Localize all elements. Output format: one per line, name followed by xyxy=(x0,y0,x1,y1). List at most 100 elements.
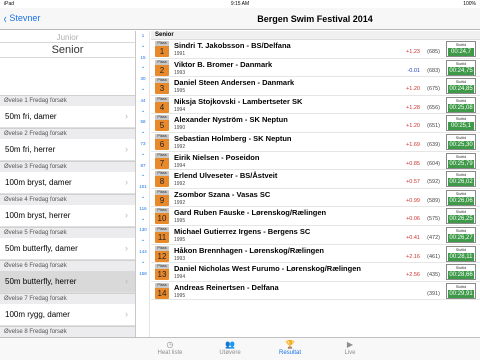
final-time-box: Sluttid 00:28,11 xyxy=(446,245,476,262)
event-item[interactable]: 50m fri, herrer › xyxy=(0,139,135,161)
final-time-box: Sluttid 00:26,25 xyxy=(446,208,476,225)
index-label[interactable]: 116 xyxy=(137,204,149,215)
index-label[interactable]: • xyxy=(137,42,149,53)
index-label[interactable]: 44 xyxy=(137,96,149,107)
chevron-right-icon: › xyxy=(125,309,128,319)
result-row[interactable]: Plass 13 Daniel Nicholas West Furumo - Lør… xyxy=(151,263,480,282)
final-time-box: Sluttid 00:25,30 xyxy=(446,133,476,150)
index-label[interactable]: • xyxy=(137,150,149,161)
index-label[interactable]: • xyxy=(137,171,149,182)
event-item-label: 50m fri, damer xyxy=(5,112,57,121)
index-label[interactable]: • xyxy=(137,128,149,139)
event-item[interactable]: 50m butterfly, damer › xyxy=(0,238,135,260)
fina-points: (604) xyxy=(427,160,440,167)
result-row[interactable]: Plass 12 Håkon Brennhagen - Lørenskog/Ræli… xyxy=(151,245,480,264)
index-label[interactable]: • xyxy=(137,258,149,269)
index-label[interactable]: • xyxy=(137,215,149,226)
picker-option-junior[interactable]: Junior xyxy=(0,33,135,42)
time-difference: +1.23 xyxy=(406,49,420,55)
final-time: 00:28,11 xyxy=(448,252,474,261)
place-number: 11 xyxy=(157,232,167,242)
final-time: 00:24,85 xyxy=(448,85,474,94)
index-label[interactable]: • xyxy=(137,107,149,118)
index-label[interactable]: 101 xyxy=(137,182,149,193)
index-label[interactable]: 73 xyxy=(137,139,149,150)
place-label: Plass xyxy=(155,152,169,158)
event-item[interactable]: 100m bryst, damer › xyxy=(0,172,135,194)
result-row[interactable]: Plass 6 Sebastian Holmberg - SK Neptun 1992… xyxy=(151,133,480,152)
class-picker[interactable]: Junior Senior xyxy=(0,31,135,95)
final-time: 00:24,75 xyxy=(448,66,474,75)
time-difference: +0.41 xyxy=(406,234,420,241)
chevron-right-icon: › xyxy=(125,210,128,220)
final-time: 00:29,91 xyxy=(448,289,474,298)
tab-resultat[interactable]: 🏆 Resultat xyxy=(265,340,315,356)
swimmer-year: 1994 xyxy=(174,274,186,281)
swimmer-year: 1992 xyxy=(174,181,186,188)
status-bar: iPad 9:15 AM 100% xyxy=(0,0,480,8)
tab-utvere[interactable]: 👥 Utøvere xyxy=(205,340,255,356)
time-difference: +0.85 xyxy=(406,160,420,167)
event-item[interactable]: 100m rygg, damer › xyxy=(0,304,135,326)
swimmer-year: 1995 xyxy=(174,218,186,225)
place-number: 13 xyxy=(157,270,167,280)
place-number: 9 xyxy=(159,195,165,205)
index-label[interactable]: 87 xyxy=(137,161,149,172)
section-index[interactable]: 1 • 15 • 30 • 44 • 58 • 73 • 87 • 101 • 116 • 130 • 144 • 158 xyxy=(137,31,150,337)
index-label[interactable]: 158 xyxy=(137,269,149,280)
index-label[interactable]: 130 xyxy=(137,225,149,236)
event-item[interactable]: 100m bryst, herrer › xyxy=(0,205,135,227)
event-item-label: 50m butterfly, damer xyxy=(5,244,78,253)
index-label[interactable]: • xyxy=(137,193,149,204)
fina-points: (685) xyxy=(427,49,440,55)
event-group-header: Øvelse 6 Fredag forsøk xyxy=(0,260,135,271)
index-label[interactable]: • xyxy=(137,236,149,247)
tab-label: Live xyxy=(344,350,356,356)
place-number: 2 xyxy=(159,65,165,75)
result-row[interactable]: Plass 9 Zsombor Szana - Vasas SC 1992 +0.99 (… xyxy=(151,189,480,208)
time-difference: +1.20 xyxy=(406,86,420,93)
clock-icon: ◷ xyxy=(166,340,174,349)
final-time: 00:28,66 xyxy=(448,271,474,280)
back-button-label: Stevner xyxy=(9,13,41,23)
event-item[interactable]: 50m butterfly, herrer › xyxy=(0,271,135,293)
fina-points: (651) xyxy=(427,123,440,130)
index-label[interactable]: 144 xyxy=(137,247,149,258)
place-label: Plass xyxy=(155,282,169,288)
tab-live[interactable]: ▶ Live xyxy=(325,340,375,356)
result-row[interactable]: Plass 5 Alexander Nyström - SK Neptun 1990 +… xyxy=(151,114,480,133)
result-row[interactable]: Plass 11 Michael Gutierrez Irgens - Bergen… xyxy=(151,226,480,245)
fina-points: (639) xyxy=(427,141,440,148)
event-item-label: 100m rygg, damer xyxy=(5,310,70,319)
index-label[interactable]: • xyxy=(137,85,149,96)
result-row[interactable]: Plass 8 Erlend Ulveseter - BS/Åstveit 1992 +… xyxy=(151,170,480,189)
swimmer-year: 1994 xyxy=(174,106,186,113)
swimmer-name: Sindri T. Jakobsson - BS/Delfana xyxy=(174,41,291,50)
event-item[interactable]: 50m fri, damer › xyxy=(0,106,135,128)
tab-heatliste[interactable]: ◷ Heat liste xyxy=(145,340,195,356)
final-time-box: Sluttid 00:29,91 xyxy=(446,282,476,299)
swimmer-year: 1993 xyxy=(174,69,186,76)
result-row[interactable]: Plass 14 Andreas Reinertsen - Delfana 1995 (… xyxy=(151,282,480,301)
result-row[interactable]: Plass 10 Gard Ruben Fauske - Lørenskog/Ræl… xyxy=(151,207,480,226)
final-time-box: Sluttid 00:25,1 xyxy=(446,115,476,132)
picker-option-senior[interactable]: Senior xyxy=(0,44,135,56)
result-row[interactable]: Plass 4 Niksja Stojkovski - Lambertseter S… xyxy=(151,96,480,115)
place-badge: Plass 3 xyxy=(155,78,169,95)
result-row[interactable]: Plass 7 Eirik Nielsen - Poseidon 1994 +0.85 (… xyxy=(151,152,480,171)
index-label[interactable]: 15 xyxy=(137,53,149,64)
place-badge: Plass 6 xyxy=(155,133,169,150)
result-row[interactable]: Plass 3 Daniel Steen Andersen - Danmark 199… xyxy=(151,77,480,96)
final-time-box: Sluttid 00:28,66 xyxy=(446,264,476,281)
result-row[interactable]: Plass 2 Viktor B. Bromer - Danmark 1993 -0.0… xyxy=(151,59,480,78)
index-label[interactable]: • xyxy=(137,63,149,74)
event-item-label: 50m fri, herrer xyxy=(5,145,56,154)
final-time-box: Sluttid 00:24,85 xyxy=(446,78,476,95)
time-difference: +2.56 xyxy=(406,272,420,279)
index-label[interactable]: 30 xyxy=(137,74,149,85)
back-button[interactable]: ‹ Stevner xyxy=(3,12,41,25)
index-label[interactable]: 1 xyxy=(137,31,149,42)
result-row[interactable]: Plass 1 Sindri T. Jakobsson - BS/Delfana 19… xyxy=(151,40,480,59)
index-label[interactable]: 58 xyxy=(137,117,149,128)
fina-points: (589) xyxy=(427,197,440,204)
